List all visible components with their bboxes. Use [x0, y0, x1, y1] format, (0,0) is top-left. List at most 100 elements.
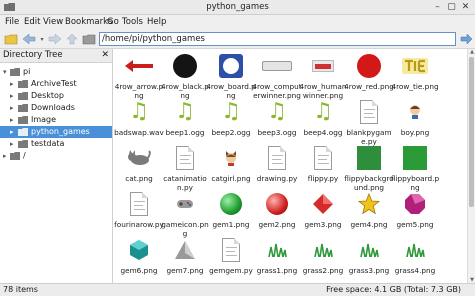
file-name: gem5.png — [396, 220, 434, 229]
expand-arrow-icon[interactable]: ▸ — [10, 90, 14, 102]
star-icon — [353, 189, 385, 219]
menu-tools[interactable]: Tools — [122, 17, 143, 27]
tree-item-python-games[interactable]: ▸ python_games — [0, 126, 112, 138]
menu-file[interactable]: File — [5, 17, 19, 27]
menu-bookmarks[interactable]: Bookmarks — [65, 17, 113, 27]
audio-icon: ♫ — [221, 99, 241, 124]
gameicon-icon — [169, 189, 201, 219]
document-icon — [307, 143, 339, 173]
file-name: grass3.png — [348, 266, 390, 275]
file-name: gem2.png — [258, 220, 296, 229]
back-history-dropdown[interactable]: ▾ — [38, 32, 46, 46]
menu-go[interactable]: Go — [107, 17, 119, 27]
file-name: flippy.py — [307, 174, 339, 183]
file-name: grass2.png — [302, 266, 344, 275]
tree-item-desktop[interactable]: ▸ Desktop — [0, 90, 112, 102]
gem-icon — [399, 189, 431, 219]
home-button[interactable] — [81, 32, 97, 46]
audio-icon: ♫ — [175, 99, 195, 124]
tree-item-label: / — [23, 151, 26, 160]
grass-icon — [399, 235, 431, 265]
grass-icon — [307, 235, 339, 265]
file-item[interactable]: gem6.png — [116, 233, 162, 283]
file-item[interactable]: gem7.png — [162, 233, 208, 283]
file-item[interactable]: grass3.png — [346, 233, 392, 283]
file-name: badswap.wav — [114, 128, 164, 137]
gem-icon — [261, 189, 293, 219]
folder-icon — [18, 128, 28, 136]
expand-arrow-icon[interactable]: ▸ — [10, 78, 14, 90]
file-name: grass4.png — [394, 266, 436, 275]
boy-icon — [399, 97, 431, 127]
tree-item-testdata[interactable]: ▸ testdata — [0, 138, 112, 150]
vertical-scrollbar[interactable]: ▲ ▼ — [467, 49, 475, 283]
file-name: beep1.ogg — [165, 128, 205, 137]
grass-icon — [261, 235, 293, 265]
gem-icon — [169, 235, 201, 265]
tree-item-downloads[interactable]: ▸ Downloads — [0, 102, 112, 114]
file-name: cat.png — [125, 174, 153, 183]
toolbar: ▾ /home/pi/python_games — [0, 29, 475, 49]
go-button[interactable] — [458, 32, 474, 46]
forward-button[interactable] — [47, 32, 63, 46]
file-name: catgirl.png — [211, 174, 251, 183]
document-icon — [353, 97, 385, 127]
file-name: gem4.png — [350, 220, 388, 229]
banner-red-icon — [307, 51, 339, 81]
document-icon — [169, 143, 201, 173]
tree-item-root[interactable]: ▸ / — [0, 150, 112, 162]
location-input[interactable]: /home/pi/python_games — [99, 32, 456, 46]
green-square-icon — [353, 143, 385, 173]
file-name: gem1.png — [212, 220, 250, 229]
close-icon[interactable]: ✕ — [460, 2, 471, 13]
file-item[interactable]: grass4.png — [392, 233, 438, 283]
audio-icon: ♫ — [267, 99, 287, 124]
directory-tree-panel: Directory Tree ✕ ▾ pi ▸ ArchiveTest ▸ De… — [0, 49, 113, 283]
back-button[interactable] — [21, 32, 37, 46]
tree-item-image[interactable]: ▸ Image — [0, 114, 112, 126]
menu-edit[interactable]: Edit — [24, 17, 40, 27]
maximize-icon[interactable]: ▢ — [446, 2, 457, 13]
tie-icon — [399, 51, 431, 81]
gem-icon — [307, 189, 339, 219]
tree-item-pi[interactable]: ▾ pi — [0, 66, 112, 78]
tree-item-label: pi — [23, 67, 31, 76]
file-name: gem3.png — [304, 220, 342, 229]
menu-help[interactable]: Help — [147, 17, 166, 27]
file-item[interactable]: grass2.png — [300, 233, 346, 283]
up-button[interactable] — [64, 32, 80, 46]
gem-icon — [215, 189, 247, 219]
file-name: gem6.png — [120, 266, 158, 275]
expand-arrow-icon[interactable]: ▸ — [3, 150, 7, 162]
document-icon — [215, 235, 247, 265]
new-tab-button[interactable] — [3, 32, 19, 46]
tree-item-label: ArchiveTest — [31, 79, 77, 88]
document-icon — [123, 189, 155, 219]
minimize-icon[interactable]: – — [432, 2, 443, 13]
scroll-up-icon[interactable]: ▲ — [468, 49, 475, 55]
close-panel-icon[interactable]: ✕ — [101, 49, 109, 62]
expand-arrow-icon[interactable]: ▸ — [10, 126, 14, 138]
folder-icon — [18, 140, 28, 148]
file-item[interactable]: grass1.png — [254, 233, 300, 283]
folder-icon — [18, 80, 28, 88]
scrollbar-thumb[interactable] — [469, 57, 474, 207]
tree-item-archivetest[interactable]: ▸ ArchiveTest — [0, 78, 112, 90]
tree-item-label: Image — [31, 115, 57, 124]
tree-item-label: Desktop — [31, 91, 64, 100]
file-name: grass1.png — [256, 266, 298, 275]
expand-arrow-icon[interactable]: ▾ — [3, 66, 7, 78]
expand-arrow-icon[interactable]: ▸ — [10, 114, 14, 126]
go-arrow-icon — [460, 33, 473, 45]
directory-tree-title: Directory Tree — [3, 50, 63, 60]
file-item[interactable]: gemgem.py — [208, 233, 254, 283]
audio-icon: ♫ — [129, 99, 149, 124]
expand-arrow-icon[interactable]: ▸ — [10, 102, 14, 114]
file-name: boy.png — [400, 128, 430, 137]
window-title: python_games — [206, 2, 269, 12]
file-grid: 4row_arrow.png 4row_black.png 4row_board… — [114, 49, 467, 283]
expand-arrow-icon[interactable]: ▸ — [10, 138, 14, 150]
menu-view[interactable]: View — [43, 17, 63, 27]
file-name: drawing.py — [256, 174, 298, 183]
file-name: beep3.ogg — [257, 128, 297, 137]
